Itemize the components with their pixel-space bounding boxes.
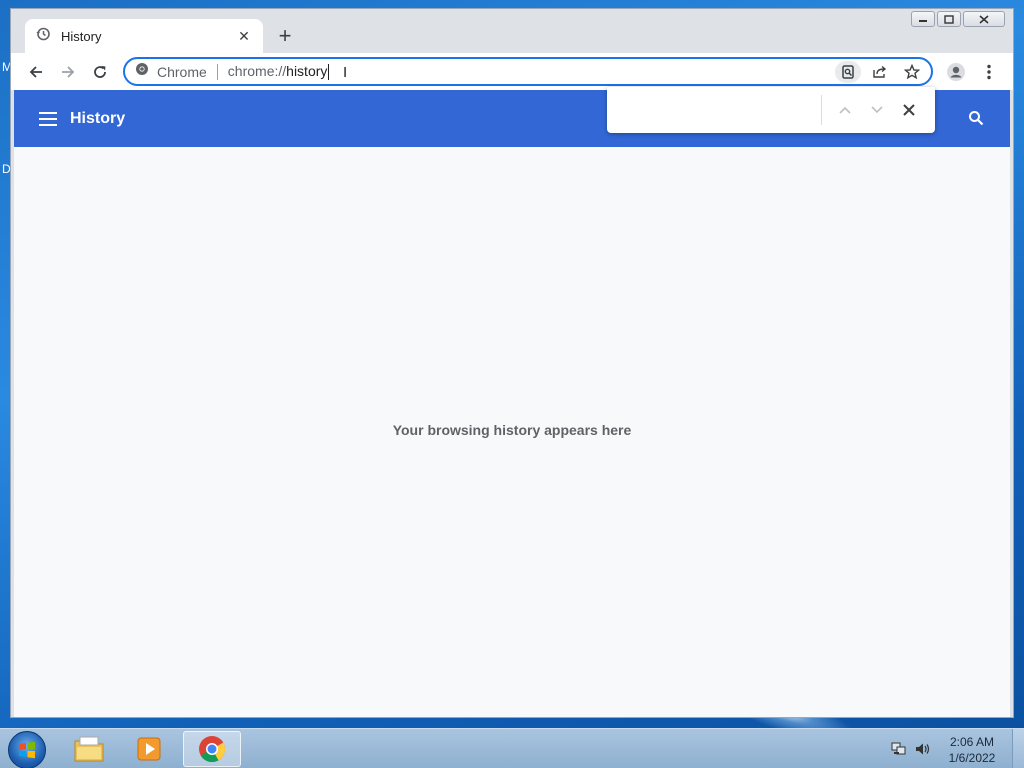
- windows-logo-icon: [19, 741, 35, 759]
- close-window-button[interactable]: [963, 11, 1005, 27]
- window-controls: [911, 11, 1005, 27]
- omnibox-separator: [216, 63, 218, 80]
- history-icon: [35, 26, 51, 47]
- minimize-button[interactable]: [911, 11, 935, 27]
- find-bar: [607, 87, 935, 133]
- taskbar-file-explorer[interactable]: [60, 731, 118, 767]
- omnibox-actions: [835, 61, 925, 83]
- browser-toolbar: Chrome chrome://history I: [11, 53, 1013, 90]
- chevron-up-icon: [839, 106, 851, 114]
- page-title: History: [70, 109, 126, 127]
- browser-menu-button[interactable]: [977, 59, 1001, 85]
- tab-close-icon[interactable]: ✕: [235, 28, 253, 45]
- kebab-menu-icon: [987, 64, 991, 80]
- find-separator: [821, 95, 822, 125]
- find-next-button[interactable]: [865, 98, 889, 122]
- chrome-icon: [199, 736, 226, 763]
- taskbar-chrome[interactable]: [183, 731, 241, 767]
- browser-window: History ✕ + Chrome chrome://history I Hi…: [10, 8, 1014, 718]
- network-icon[interactable]: [890, 741, 908, 757]
- folder-icon: [74, 736, 104, 762]
- tab-strip: History ✕ +: [11, 9, 1013, 53]
- system-clock[interactable]: 2:06 AM 1/6/2022: [940, 734, 1004, 766]
- maximize-button[interactable]: [937, 11, 961, 27]
- search-icon: [969, 111, 984, 126]
- taskbar-media-player[interactable]: [120, 731, 178, 767]
- find-input[interactable]: [615, 95, 815, 125]
- search-history-button[interactable]: [964, 106, 988, 130]
- find-in-page-icon[interactable]: [835, 61, 861, 83]
- forward-button[interactable]: [55, 59, 81, 85]
- profile-button[interactable]: [943, 59, 969, 85]
- url-text[interactable]: chrome://history: [227, 62, 330, 81]
- back-arrow-icon: [29, 66, 42, 78]
- volume-icon[interactable]: [914, 741, 932, 757]
- media-player-icon: [137, 737, 161, 761]
- site-chip-label[interactable]: Chrome: [157, 64, 207, 80]
- chrome-logo-icon: [135, 62, 149, 81]
- url-scheme: chrome://: [227, 62, 287, 79]
- new-tab-button[interactable]: +: [273, 25, 297, 49]
- text-caret: [328, 64, 330, 81]
- history-page: History Your browsing history appears he…: [14, 90, 1010, 717]
- share-icon[interactable]: [867, 61, 893, 83]
- start-button[interactable]: [8, 731, 46, 768]
- empty-history-message: Your browsing history appears here: [392, 422, 632, 438]
- url-host: history: [286, 62, 328, 79]
- ibeam-cursor-icon: I: [343, 64, 348, 81]
- address-bar[interactable]: Chrome chrome://history I: [123, 57, 933, 86]
- chevron-down-icon: [871, 106, 883, 114]
- menu-icon[interactable]: [36, 107, 60, 131]
- taskbar: 2:06 AM 1/6/2022: [0, 728, 1024, 768]
- reload-button[interactable]: [87, 59, 113, 85]
- forward-arrow-icon: [62, 66, 75, 78]
- close-icon: [903, 104, 915, 116]
- find-previous-button[interactable]: [833, 98, 857, 122]
- avatar-icon: [947, 63, 965, 81]
- reload-icon: [94, 66, 106, 78]
- back-button[interactable]: [23, 59, 49, 85]
- show-desktop-button[interactable]: [1012, 729, 1024, 768]
- clock-time: 2:06 AM: [949, 735, 995, 749]
- clock-date: 1/6/2022: [948, 751, 996, 765]
- tab-title: History: [61, 28, 102, 44]
- bookmark-star-icon[interactable]: [899, 61, 925, 83]
- find-close-button[interactable]: [897, 98, 921, 122]
- tab-history[interactable]: History ✕: [25, 19, 263, 53]
